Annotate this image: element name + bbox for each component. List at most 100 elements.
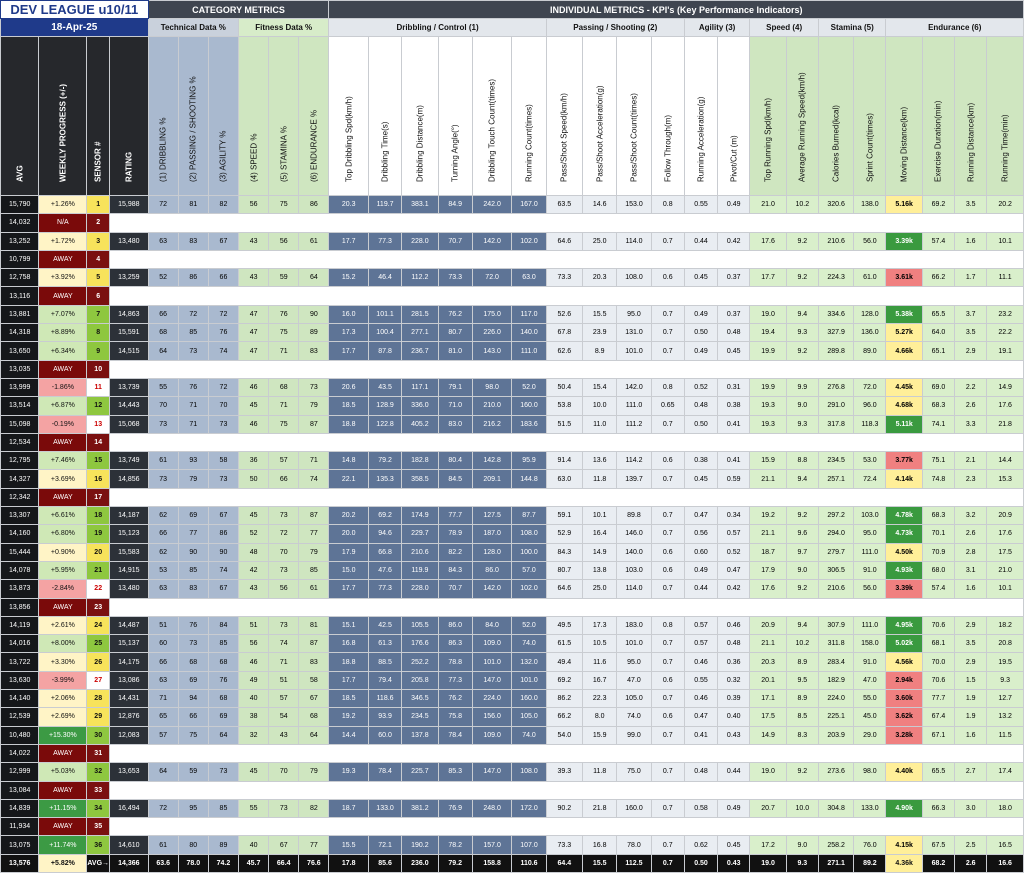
kpi-cell: 15.3	[986, 469, 1024, 489]
category-cell: 68	[207, 652, 240, 672]
avg-cell: 10,799	[0, 249, 40, 270]
kpi-cell: 317.8	[817, 414, 855, 434]
kpi-cell: 147.0	[471, 670, 513, 691]
kpi-cell: 0.38	[683, 451, 719, 471]
kpi-cell: 49.5	[545, 615, 584, 636]
kpi-cell: 0.38	[717, 396, 751, 416]
weekly-progress-cell: +3.69%	[38, 469, 88, 489]
rating-cell: 13,086	[109, 670, 149, 691]
kpi-cell: 8.5	[785, 707, 819, 727]
category-cell: 77	[298, 835, 330, 855]
col-kpi-6: Pass/Shoot Speed(km/h)	[545, 36, 584, 196]
kpi-cell: 20.2	[986, 194, 1024, 215]
kpi-cell: 294.0	[817, 524, 855, 544]
category-cell: 46	[238, 652, 270, 672]
category-cell: 61	[147, 451, 179, 471]
category-cell: 60	[147, 634, 179, 654]
kpi-cell: 142.0	[471, 579, 513, 599]
col-kpi-14: Calories Burned(kcal)	[817, 36, 855, 196]
kpi-cell: 77.7	[437, 506, 473, 526]
category-cell: 71	[298, 451, 330, 471]
category-cell: 74	[268, 634, 300, 654]
kpi-cell: 307.9	[817, 615, 855, 636]
kpi-cell: 9.0	[785, 396, 819, 416]
category-cell: 77	[177, 524, 209, 544]
sensor-cell: 14	[86, 432, 111, 453]
kpi-cell: 91.0	[853, 652, 887, 672]
rating-cell: 14,915	[109, 560, 149, 581]
weekly-progress-cell: +5.95%	[38, 560, 88, 581]
kpi-cell: 43.5	[367, 377, 403, 398]
table-row: 11,934 AWAY 35	[0, 817, 1024, 837]
table-row: 14,032 N/A 2	[0, 213, 1024, 233]
footer-sensor: AVG→	[86, 853, 111, 873]
avg-cell: 14,839	[0, 798, 40, 819]
kpi-cell: 47.6	[367, 560, 403, 581]
kpi-cell: 20.0	[328, 524, 369, 544]
footer-kpi: 16.6	[986, 853, 1024, 873]
kpi-cell: 0.7	[650, 304, 685, 325]
weekly-progress-cell: +2.61%	[38, 615, 88, 636]
kpi-cell: 105.0	[616, 689, 652, 709]
kpi-cell: 20.9	[749, 615, 787, 636]
kpi-cell: 2.7	[954, 762, 988, 782]
sensor-cell: 21	[86, 560, 111, 581]
kpi-cell: 0.6	[650, 560, 685, 581]
kpi-cell: 8.8	[785, 451, 819, 471]
kpi-cell: 22.2	[986, 323, 1024, 343]
avg-cell: 14,016	[0, 634, 40, 654]
footer-category: 45.7	[238, 853, 270, 873]
kpi-cell: 17.6	[986, 524, 1024, 544]
kpi-cell: 74.0	[616, 707, 652, 727]
kpi-cell: 10.0	[785, 798, 819, 819]
kpi-cell: 234.5	[401, 707, 439, 727]
group-agility: Agility (3)	[683, 18, 751, 37]
kpi-cell: 0.41	[717, 414, 751, 434]
sensor-cell: 8	[86, 323, 111, 343]
col-kpi-4-label: Dribbling Touch Count(times)	[487, 78, 497, 182]
category-cell: 43	[268, 725, 300, 745]
kpi-cell: 0.47	[683, 506, 719, 526]
kpi-cell: 21.1	[749, 524, 787, 544]
kpi-cell: 258.2	[817, 835, 855, 855]
col-kpi-7-label: Pass/Shoot Acceleration(g)	[595, 85, 605, 183]
col-kpi-1-label: Dribbling Time(s)	[380, 121, 390, 182]
kpi-cell: 112.2	[401, 268, 439, 288]
kpi-cell: 0.41	[717, 451, 751, 471]
category-cell: 94	[177, 689, 209, 709]
kpi-cell: 0.60	[683, 542, 719, 562]
weekly-progress-cell: +3.30%	[38, 652, 88, 672]
col-cat-1: (2) PASSING / SHOOTING %	[177, 36, 209, 196]
kpi-cell: 224.0	[471, 689, 513, 709]
footer-kpi: 158.8	[471, 853, 513, 873]
category-metrics-header: CATEGORY METRICS	[147, 0, 330, 19]
kpi-cell: 84.9	[437, 194, 473, 215]
kpi-cell: 21.0	[986, 560, 1024, 581]
kpi-cell: 3.61k	[885, 268, 923, 288]
kpi-cell: 16.7	[582, 670, 618, 691]
category-cell: 40	[238, 835, 270, 855]
kpi-cell: 128.0	[853, 304, 887, 325]
kpi-cell: 4.66k	[885, 341, 923, 361]
category-cell: 47	[238, 323, 270, 343]
category-cell: 63	[147, 670, 179, 691]
kpi-cell: 103.0	[616, 560, 652, 581]
kpi-cell: 9.2	[785, 579, 819, 599]
kpi-cell: 3.77k	[885, 451, 923, 471]
col-kpi-15: Sprint Count(times)	[853, 36, 887, 196]
table-row: 13,307 +6.61% 18 14,187 62 69 67 45 73 87 20.2 69.2…	[0, 506, 1024, 526]
category-cell: 56	[268, 231, 300, 251]
kpi-cell: 17.9	[328, 542, 369, 562]
kpi-cell: 57.0	[511, 560, 547, 581]
kpi-cell: 9.4	[785, 469, 819, 489]
kpi-cell: 17.5	[749, 707, 787, 727]
kpi-cell: 175.0	[471, 304, 513, 325]
kpi-cell: 0.7	[650, 689, 685, 709]
kpi-cell: 1.9	[954, 707, 988, 727]
category-cell: 52	[238, 524, 270, 544]
footer-category: 78.0	[177, 853, 209, 873]
kpi-cell: 118.6	[367, 689, 403, 709]
kpi-cell: 87.8	[367, 341, 403, 361]
kpi-cell: 0.7	[650, 762, 685, 782]
footer-kpi: 271.1	[817, 853, 855, 873]
